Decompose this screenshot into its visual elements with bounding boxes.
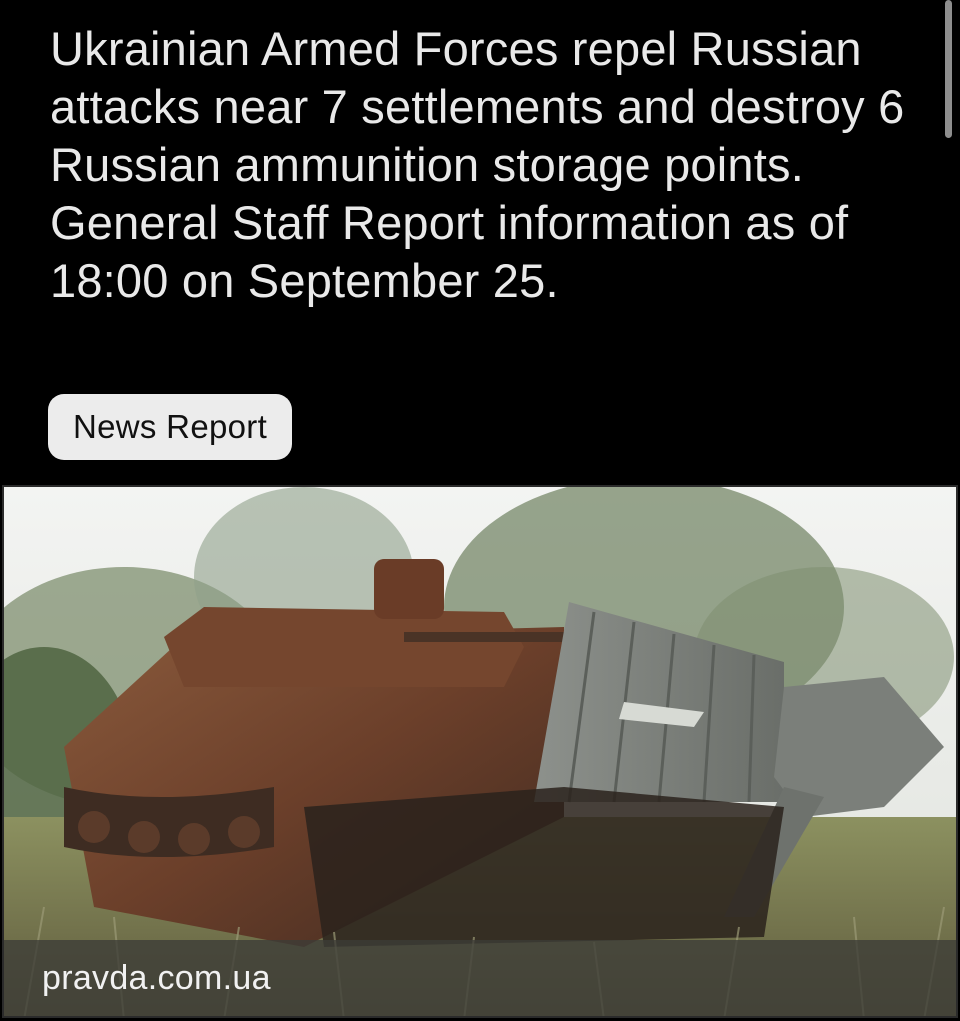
source-caption-bar: pravda.com.ua — [4, 940, 956, 1016]
scrollbar[interactable] — [945, 0, 952, 138]
source-domain[interactable]: pravda.com.ua — [4, 959, 271, 998]
article-image-card[interactable]: pravda.com.ua — [2, 485, 958, 1018]
article-headline[interactable]: Ukrainian Armed Forces repel Russian att… — [50, 20, 930, 310]
category-chip[interactable]: News Report — [48, 394, 293, 460]
destroyed-vehicle-photo — [4, 487, 956, 1016]
category-chip-label: News Report — [73, 408, 268, 445]
